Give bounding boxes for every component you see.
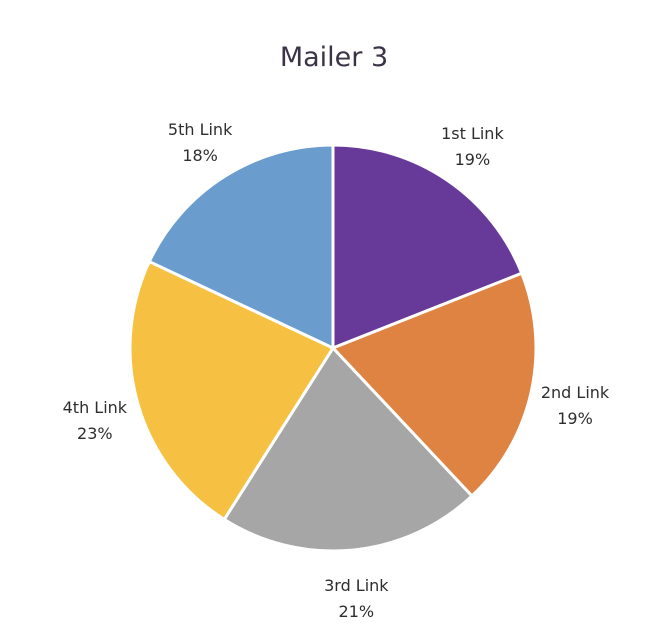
pie-plot-area bbox=[128, 143, 538, 553]
slice-label-3: 3rd Link 21% bbox=[324, 573, 388, 625]
slice-category-label: 2nd Link bbox=[540, 383, 610, 403]
slice-percent-label: 21% bbox=[338, 601, 375, 621]
slice-category-label: 5th Link bbox=[167, 119, 233, 139]
slice-label-5: 5th Link 18% bbox=[168, 117, 232, 169]
slice-percent-label: 18% bbox=[182, 145, 218, 165]
pie-chart: Mailer 3 1st Link 19% 2nd Link 19% 3rd Link 2… bbox=[0, 0, 668, 643]
slice-category-label: 4th Link bbox=[62, 398, 128, 418]
slice-label-4: 4th Link 23% bbox=[63, 395, 127, 447]
slice-label-1: 1st Link 19% bbox=[441, 121, 504, 173]
slice-percent-label: 19% bbox=[454, 149, 491, 169]
slice-percent-label: 23% bbox=[77, 424, 113, 444]
slice-category-label: 1st Link bbox=[441, 123, 504, 143]
slice-percent-label: 19% bbox=[557, 409, 593, 429]
slice-label-2: 2nd Link 19% bbox=[541, 380, 609, 432]
slice-category-label: 3rd Link bbox=[324, 575, 389, 595]
